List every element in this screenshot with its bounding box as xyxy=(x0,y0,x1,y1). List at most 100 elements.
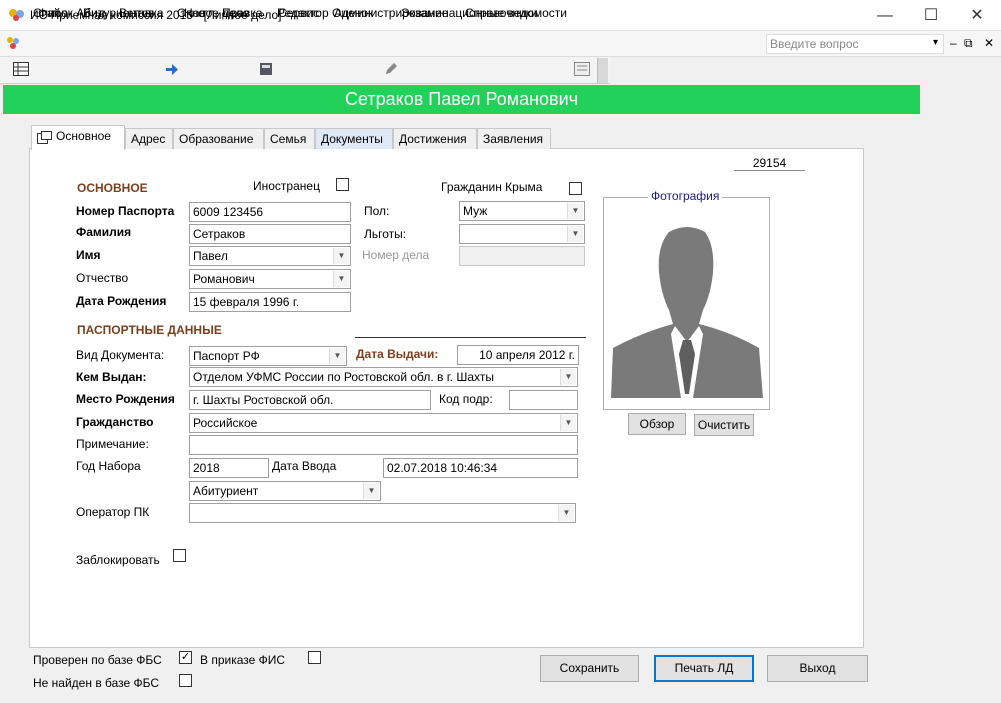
chevron-down-icon[interactable]: ▼ xyxy=(567,226,583,242)
chevron-down-icon[interactable]: ▼ xyxy=(567,203,583,219)
crimea-checkbox[interactable] xyxy=(569,182,582,195)
section-basic-title: ОСНОВНОЕ xyxy=(77,181,148,195)
citizenship-value: Российское xyxy=(193,416,258,430)
doc-restore-button[interactable]: ⧉ xyxy=(964,36,973,51)
subdivision-code-input[interactable] xyxy=(509,390,578,410)
toolbar xyxy=(0,57,610,84)
fis-order-checkbox[interactable] xyxy=(308,651,321,664)
photo-title: Фотография xyxy=(648,189,723,203)
clear-photo-button[interactable]: Очистить xyxy=(694,414,754,436)
toolbar-exam-sheets[interactable]: Экзаменационные ведомости xyxy=(401,6,567,20)
chevron-down-icon[interactable]: ▼ xyxy=(560,415,576,431)
patronymic-combo[interactable]: Романович ▼ xyxy=(189,269,351,289)
passport-number-label: Номер Паспорта xyxy=(76,204,175,218)
firstname-label: Имя xyxy=(76,248,101,262)
chevron-down-icon[interactable]: ▼ xyxy=(560,369,576,385)
maximize-button[interactable]: ☐ xyxy=(908,0,954,31)
subdivision-code-label: Код подр: xyxy=(439,392,493,406)
birthdate-label: Дата Рождения xyxy=(76,294,167,308)
citizenship-combo[interactable]: Российское ▼ xyxy=(189,413,578,433)
block-checkbox[interactable] xyxy=(173,549,186,562)
gender-combo[interactable]: Муж ▼ xyxy=(459,201,585,221)
help-search-input[interactable]: Введите вопрос xyxy=(766,34,944,54)
toolbar-extra-icon[interactable] xyxy=(574,62,590,76)
close-button[interactable]: ✕ xyxy=(954,0,1000,31)
foreigner-label: Иностранец xyxy=(253,179,320,193)
chevron-down-icon[interactable]: ▼ xyxy=(329,348,345,364)
help-dropdown-icon[interactable]: ▾ xyxy=(933,37,938,48)
list-icon xyxy=(13,62,29,76)
status-value: Абитуриент xyxy=(193,484,259,498)
enrollment-year-input[interactable]: 2018 xyxy=(189,458,269,478)
gender-value: Муж xyxy=(463,204,488,218)
citizenship-label: Гражданство xyxy=(76,415,154,429)
enrollment-year-label: Год Набора xyxy=(76,459,141,473)
crimea-label: Гражданин Крыма xyxy=(441,180,543,194)
doc-close-button[interactable]: ✕ xyxy=(984,36,994,50)
toolbar-grades-editor[interactable]: Редактор Оценок xyxy=(277,6,373,20)
gender-label: Пол: xyxy=(364,204,390,218)
doctype-combo[interactable]: Паспорт РФ ▼ xyxy=(189,346,347,366)
doctype-label: Вид Документа: xyxy=(76,348,165,362)
issue-date-label: Дата Выдачи: xyxy=(356,347,439,361)
browse-button[interactable]: Обзор xyxy=(628,413,686,435)
exit-button[interactable]: Выход xyxy=(767,655,868,682)
tab-applications[interactable]: Заявления xyxy=(477,128,551,149)
case-number-input xyxy=(459,246,585,266)
doctype-value: Паспорт РФ xyxy=(193,349,260,363)
app-menu-icon[interactable] xyxy=(6,36,20,50)
passport-number-input[interactable]: 6009 123456 xyxy=(189,202,351,222)
operator-combo[interactable]: ▼ xyxy=(189,503,576,523)
grades-editor-icon xyxy=(260,63,272,75)
benefits-label: Льготы: xyxy=(364,227,407,241)
applicant-name-header: Сетраков Павел Романович xyxy=(3,85,920,114)
app-icon xyxy=(9,9,24,21)
note-input[interactable] xyxy=(189,435,578,455)
issued-by-combo[interactable]: Отделом УФМС России по Ростовской обл. в… xyxy=(189,367,578,387)
fbs-not-found-checkbox[interactable] xyxy=(179,674,192,687)
lastname-label: Фамилия xyxy=(76,225,132,239)
doc-minimize-button[interactable]: – xyxy=(950,36,957,50)
divider xyxy=(355,337,586,338)
tab-documents[interactable]: Документы xyxy=(315,128,393,149)
entry-date-label: Дата Ввода xyxy=(272,459,337,473)
benefits-combo[interactable]: ▼ xyxy=(459,224,585,244)
minimize-button[interactable]: — xyxy=(862,0,908,31)
chevron-down-icon[interactable]: ▼ xyxy=(363,483,379,499)
fbs-checked-label: Проверен по базе ФБС xyxy=(33,653,162,667)
section-passport-title: ПАСПОРТНЫЕ ДАННЫЕ xyxy=(77,323,222,337)
birthdate-input[interactable]: 15 февраля 1996 г. xyxy=(189,292,351,312)
birthplace-input[interactable]: г. Шахты Ростовской обл. xyxy=(189,390,431,410)
tab-achievements[interactable]: Достижения xyxy=(393,128,477,149)
tab-address[interactable]: Адрес xyxy=(125,128,173,149)
record-number: 29154 xyxy=(734,156,805,171)
chevron-down-icon[interactable]: ▼ xyxy=(558,505,574,521)
foreigner-checkbox[interactable] xyxy=(336,178,349,191)
toolbar-new-case[interactable]: Новое дело xyxy=(184,6,249,20)
chevron-down-icon[interactable]: ▼ xyxy=(333,248,349,264)
fbs-checked-checkbox[interactable]: ✓ xyxy=(179,651,192,664)
print-case-button[interactable]: Печать ЛД xyxy=(654,655,754,682)
toolbar-overflow-button[interactable] xyxy=(597,58,608,83)
operator-label: Оператор ПК xyxy=(76,505,150,519)
status-combo[interactable]: Абитуриент ▼ xyxy=(189,481,381,501)
tab-education[interactable]: Образование xyxy=(173,128,264,149)
toolbar-applicants-list[interactable]: Список Абитуриентов xyxy=(33,6,154,20)
firstname-value: Павел xyxy=(193,249,228,263)
case-number-label: Номер дела xyxy=(362,248,430,262)
pencil-icon xyxy=(386,63,397,74)
entry-date-input[interactable]: 02.07.2018 10:46:34 xyxy=(383,458,578,478)
fis-order-label: В приказе ФИС xyxy=(200,653,286,667)
chevron-down-icon[interactable]: ▼ xyxy=(333,271,349,287)
patronymic-value: Романович xyxy=(193,272,255,286)
firstname-combo[interactable]: Павел ▼ xyxy=(189,246,351,266)
lastname-input[interactable]: Сетраков xyxy=(189,224,351,244)
fbs-not-found-label: Не найден в базе ФБС xyxy=(33,676,160,690)
save-button[interactable]: Сохранить xyxy=(540,655,639,682)
arrow-right-icon xyxy=(166,64,178,75)
note-label: Примечание: xyxy=(76,437,149,451)
tab-family[interactable]: Семья xyxy=(264,128,315,149)
photo-placeholder-icon xyxy=(611,227,763,398)
issue-date-input[interactable]: 10 апреля 2012 г. xyxy=(457,345,579,365)
block-label: Заблокировать xyxy=(76,553,160,567)
